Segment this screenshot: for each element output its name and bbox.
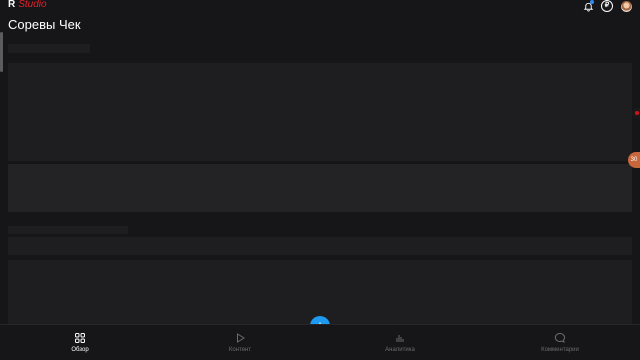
comment-icon (554, 332, 566, 343)
nav-item-label: Обзор (71, 347, 89, 353)
skeleton-subtitle (8, 44, 90, 53)
live-indicator[interactable] (632, 108, 640, 118)
logo-text: Studio (18, 0, 47, 10)
grid-icon (75, 333, 85, 343)
logo-mark: R (8, 0, 16, 10)
nav-item-overview[interactable]: Обзор (0, 325, 160, 360)
skeleton-row (8, 237, 632, 255)
bottom-nav: Обзор Контент Аналитика Комментарии (0, 324, 640, 360)
nav-item-analytics[interactable]: Аналитика (320, 325, 480, 360)
monetization-button[interactable]: ₽ (601, 0, 613, 12)
ruble-icon: ₽ (601, 0, 613, 12)
bar-chart-icon (396, 335, 404, 342)
avatar (620, 0, 632, 12)
nav-item-comments[interactable]: Комментарии (480, 325, 640, 360)
scrollbar-thumb[interactable] (0, 32, 3, 72)
nav-item-label: Аналитика (385, 347, 415, 353)
avatar-button[interactable] (620, 0, 632, 12)
skeleton-section-title (8, 226, 128, 234)
skeleton-card-secondary (8, 164, 632, 212)
floating-badge[interactable]: 30 (628, 152, 640, 168)
notification-dot (590, 0, 594, 4)
notifications-button[interactable] (582, 0, 594, 12)
nav-item-content[interactable]: Контент (160, 325, 320, 360)
page-title: Соревы Чек (8, 17, 81, 32)
nav-item-label: Комментарии (541, 347, 579, 353)
nav-item-label: Контент (228, 347, 252, 353)
skeleton-card-bottom (8, 260, 632, 324)
header-actions: ₽ (582, 0, 632, 12)
play-icon (237, 333, 245, 343)
skeleton-card-main (8, 63, 632, 161)
app-logo[interactable]: R Studio (8, 0, 47, 10)
